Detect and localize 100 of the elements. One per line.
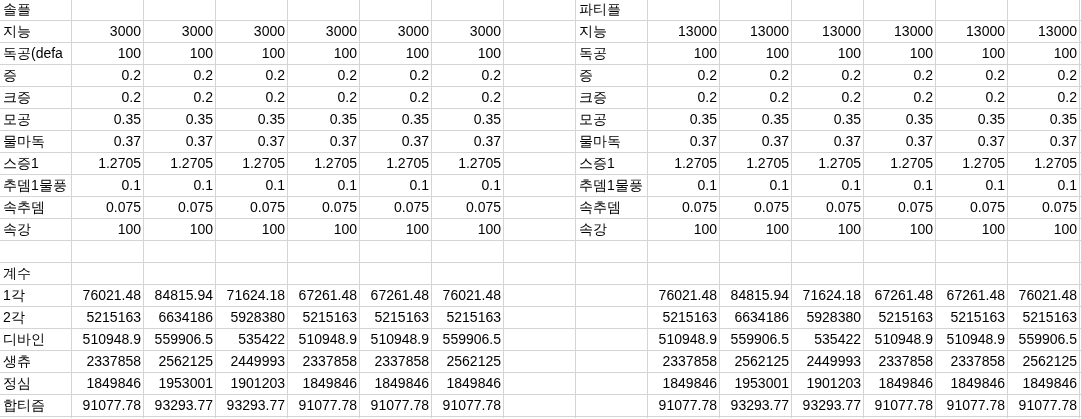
number-cell-text: 0.2 xyxy=(984,88,1006,107)
number-cell-text: 0.35 xyxy=(184,110,214,129)
number-cell-text: 100 xyxy=(1052,44,1078,63)
label-cell-text: 합티즘 xyxy=(2,396,46,415)
number-cell-text: 1.2705 xyxy=(961,154,1006,173)
number-cell-text: 510948.9 xyxy=(945,330,1006,349)
number-cell-text: 0.1 xyxy=(264,176,286,195)
number-cell-text: 1901203 xyxy=(805,374,862,393)
number-cell-text: 3000 xyxy=(396,22,430,41)
number-cell-text: 67261.48 xyxy=(297,286,358,305)
number-cell-text: 2337858 xyxy=(85,352,142,371)
number-cell-text: 1.2705 xyxy=(673,154,718,173)
number-cell-text: 1.2705 xyxy=(745,154,790,173)
number-cell-text: 2562125 xyxy=(1021,352,1078,371)
number-cell-text: 0.2 xyxy=(1056,88,1078,107)
number-cell-text: 0.37 xyxy=(112,132,142,151)
number-cell-text: 0.37 xyxy=(760,132,790,151)
label-cell-text: 정심 xyxy=(2,374,32,393)
number-cell-text: 1849846 xyxy=(1021,374,1078,393)
label-cell-text: 추뎀1물풍 xyxy=(2,176,68,195)
number-cell-text: 0.37 xyxy=(256,132,286,151)
number-cell-text: 3000 xyxy=(252,22,286,41)
number-cell-text: 0.35 xyxy=(1048,110,1078,129)
number-cell-text: 0.2 xyxy=(840,66,862,85)
number-cell-text: 1.2705 xyxy=(1033,154,1078,173)
number-cell-text: 0.37 xyxy=(328,132,358,151)
number-cell-text: 1849846 xyxy=(85,374,142,393)
number-cell-text: 0.2 xyxy=(696,66,718,85)
number-cell-text: 0.2 xyxy=(120,88,142,107)
number-cell-text: 3000 xyxy=(108,22,142,41)
number-cell-text: 1.2705 xyxy=(241,154,286,173)
number-cell-text: 3000 xyxy=(468,22,502,41)
number-cell-text: 0.2 xyxy=(336,66,358,85)
label-cell-text: 크증 xyxy=(2,88,32,107)
number-cell-text: 1.2705 xyxy=(889,154,934,173)
number-cell-text: 510948.9 xyxy=(81,330,142,349)
number-cell-text: 100 xyxy=(692,220,718,239)
number-cell-text: 0.075 xyxy=(176,198,214,217)
label-cell-text: 스증1 xyxy=(578,154,616,173)
number-cell-text: 0.1 xyxy=(768,176,790,195)
number-cell-text: 0.075 xyxy=(392,198,430,217)
number-cell-text: 3000 xyxy=(180,22,214,41)
number-cell-text: 3000 xyxy=(324,22,358,41)
number-cell-text: 91077.78 xyxy=(297,396,358,415)
number-cell-text: 13000 xyxy=(965,22,1006,41)
number-cell-text: 76021.48 xyxy=(441,286,502,305)
number-cell-text: 1953001 xyxy=(157,374,214,393)
number-cell-text: 0.1 xyxy=(984,176,1006,195)
number-cell-text: 100 xyxy=(836,44,862,63)
number-cell-text: 2449993 xyxy=(805,352,862,371)
number-cell-text: 5215163 xyxy=(301,308,358,327)
number-cell-text: 84815.94 xyxy=(729,286,790,305)
label-cell-text: 증 xyxy=(578,66,594,85)
number-cell-text: 2562125 xyxy=(733,352,790,371)
number-cell-text: 13000 xyxy=(749,22,790,41)
number-cell-text: 0.35 xyxy=(904,110,934,129)
number-cell-text: 71624.18 xyxy=(225,286,286,305)
number-cell-text: 2337858 xyxy=(949,352,1006,371)
number-cell-text: 2562125 xyxy=(157,352,214,371)
number-cell-text: 93293.77 xyxy=(801,396,862,415)
number-cell-text: 100 xyxy=(332,220,358,239)
number-cell-text: 0.37 xyxy=(472,132,502,151)
number-cell-text: 0.2 xyxy=(264,66,286,85)
number-cell-text: 91077.78 xyxy=(369,396,430,415)
number-cell-text: 5215163 xyxy=(1021,308,1078,327)
number-cell-text: 0.075 xyxy=(680,198,718,217)
number-cell-text: 0.2 xyxy=(336,88,358,107)
number-cell-text: 100 xyxy=(116,220,142,239)
label-cell-text: 모공 xyxy=(2,110,32,129)
number-cell-text: 91077.78 xyxy=(945,396,1006,415)
number-cell-text: 0.2 xyxy=(912,66,934,85)
number-cell-text: 0.35 xyxy=(328,110,358,129)
number-cell-text: 0.1 xyxy=(192,176,214,195)
number-cell-text: 1901203 xyxy=(229,374,286,393)
number-cell-text: 91077.78 xyxy=(441,396,502,415)
label-cell-text: 디바인 xyxy=(2,330,46,349)
label-cell-text: 물마독 xyxy=(578,132,622,151)
label-cell-text: 계수 xyxy=(2,264,32,283)
number-cell-text: 0.2 xyxy=(984,66,1006,85)
number-cell-text: 71624.18 xyxy=(801,286,862,305)
number-cell-text: 1849846 xyxy=(373,374,430,393)
number-cell-text: 1849846 xyxy=(301,374,358,393)
number-cell-text: 5215163 xyxy=(373,308,430,327)
number-cell-text: 0.2 xyxy=(768,88,790,107)
number-cell-text: 76021.48 xyxy=(657,286,718,305)
label-cell-text: 속추뎀 xyxy=(2,198,46,217)
number-cell-text: 1.2705 xyxy=(313,154,358,173)
number-cell-text: 559906.5 xyxy=(153,330,214,349)
number-cell-text: 1849846 xyxy=(445,374,502,393)
label-cell-text: 추뎀1물풍 xyxy=(578,176,644,195)
number-cell-text: 91077.78 xyxy=(657,396,718,415)
number-cell-text: 91077.78 xyxy=(873,396,934,415)
label-cell-text: 2각 xyxy=(2,308,26,327)
number-cell-text: 0.1 xyxy=(408,176,430,195)
number-cell-text: 0.1 xyxy=(480,176,502,195)
number-cell-text: 0.35 xyxy=(688,110,718,129)
number-cell-text: 6634186 xyxy=(733,308,790,327)
number-cell-text: 100 xyxy=(188,220,214,239)
number-cell-text: 2337858 xyxy=(373,352,430,371)
number-cell-text: 1953001 xyxy=(733,374,790,393)
